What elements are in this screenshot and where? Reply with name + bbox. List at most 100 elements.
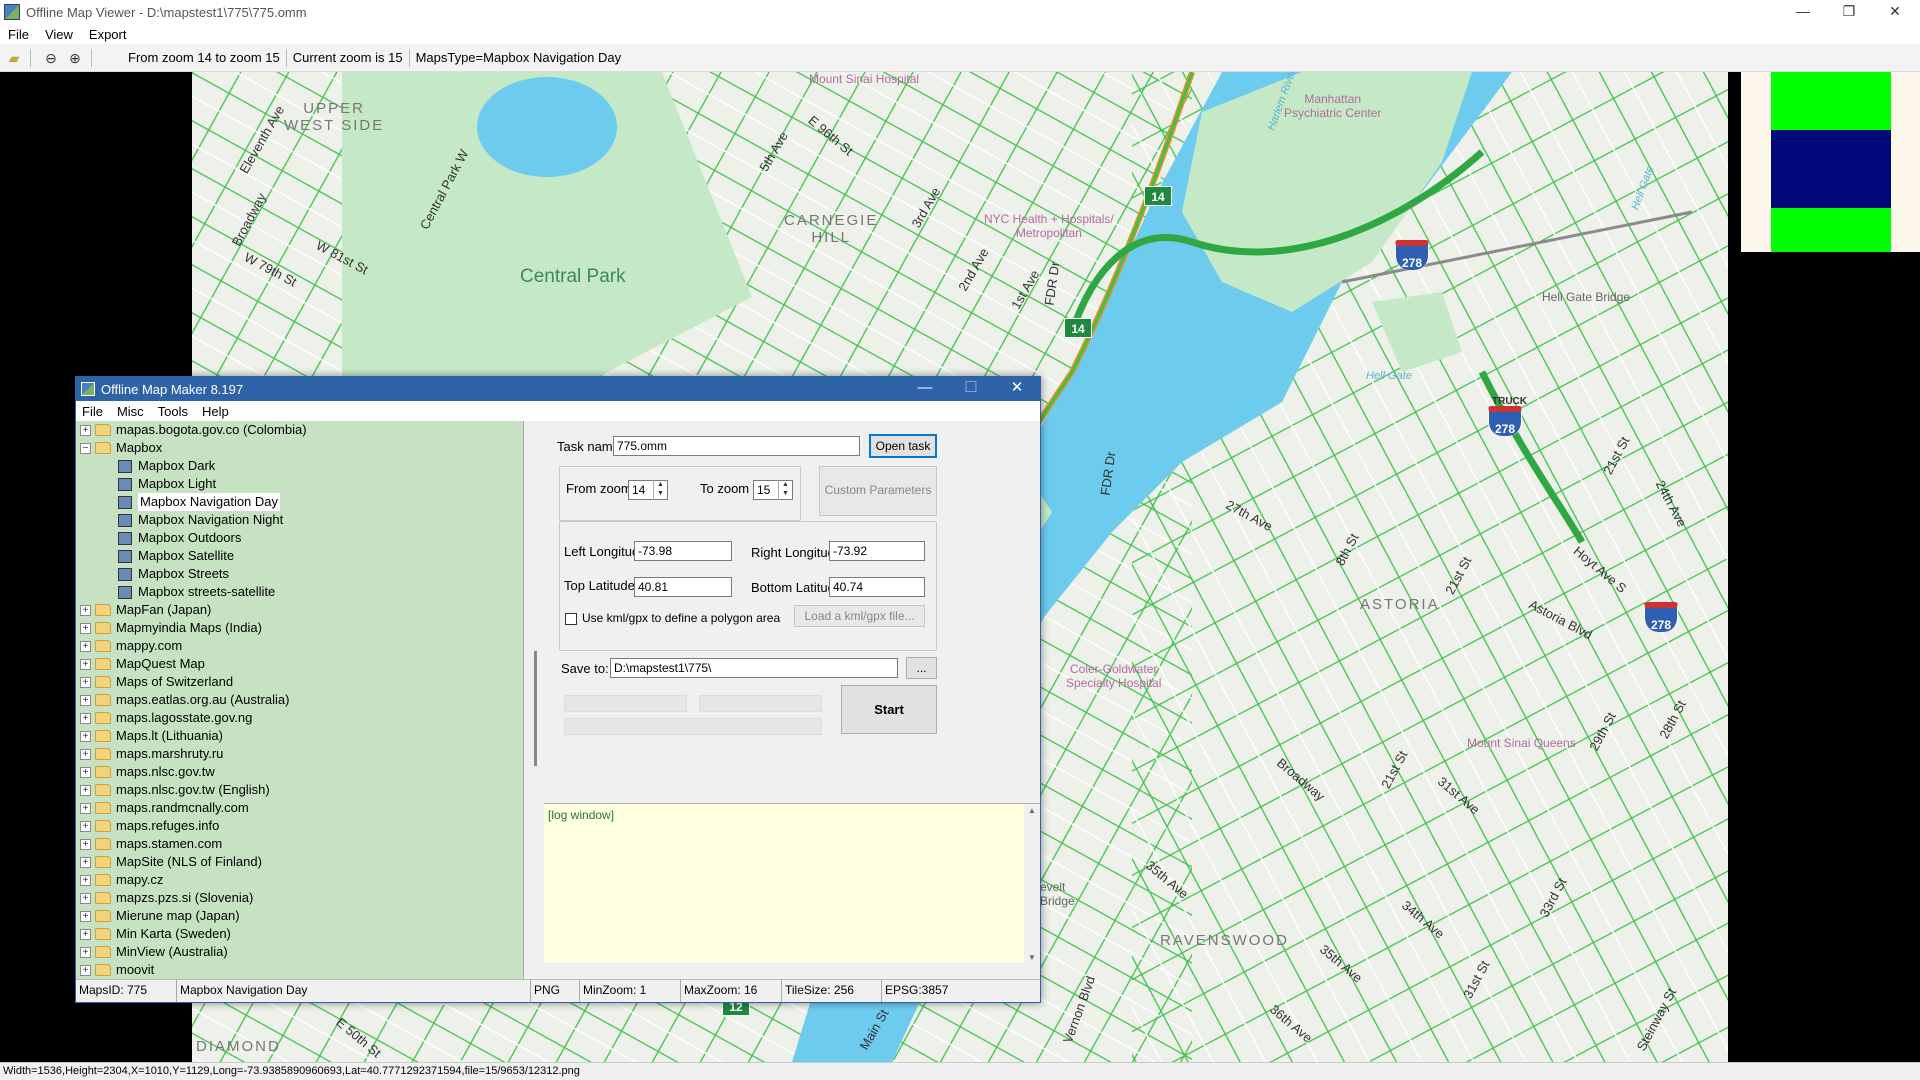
zoom-in-icon[interactable]: ⊕ xyxy=(65,48,85,68)
tree-folder-item[interactable]: + mapas.bogota.gov.co (Colombia) xyxy=(76,421,523,439)
tree-map-item[interactable]: Mapbox Navigation Day xyxy=(76,493,523,511)
close-button[interactable]: ✕ xyxy=(1872,0,1918,24)
map-layer-icon xyxy=(118,459,132,473)
tree-folder-item[interactable]: + MapFan (Japan) xyxy=(76,601,523,619)
right-longitude-input[interactable]: -73.92 xyxy=(829,541,925,561)
log-scrollbar[interactable]: ▲ ▼ xyxy=(1024,804,1040,964)
scrollbar-thumb[interactable] xyxy=(534,651,537,766)
tree-folder-item[interactable]: + Maps of Switzerland xyxy=(76,673,523,691)
expand-icon[interactable]: + xyxy=(80,874,91,886)
expand-icon[interactable]: + xyxy=(80,676,91,688)
tree-folder-item[interactable]: + mappy.com xyxy=(76,637,523,655)
tree-folder-item[interactable]: + MapQuest Map xyxy=(76,655,523,673)
tree-folder-item[interactable]: + maps.lagosstate.gov.ng xyxy=(76,709,523,727)
expand-icon[interactable]: + xyxy=(80,910,91,922)
open-folder-icon[interactable]: ▰ xyxy=(4,48,24,68)
collapse-icon[interactable]: − xyxy=(80,442,91,454)
tree-folder-item[interactable]: + MinView (Australia) xyxy=(76,943,523,961)
from-zoom-spinner[interactable]: ▲ ▼ xyxy=(653,480,667,500)
scroll-up-icon[interactable]: ▲ xyxy=(1028,806,1036,815)
dialog-menu-file[interactable]: File xyxy=(82,404,103,419)
tree-map-item[interactable]: Mapbox Light xyxy=(76,475,523,493)
scroll-down-icon[interactable]: ▼ xyxy=(1028,953,1036,962)
open-task-button[interactable]: Open task ... xyxy=(869,434,937,473)
expand-icon[interactable]: + xyxy=(80,424,91,436)
expand-icon[interactable]: + xyxy=(80,748,91,760)
expand-icon[interactable]: + xyxy=(80,928,91,940)
use-kml-checkbox[interactable] xyxy=(565,613,577,625)
browse-button[interactable]: ... xyxy=(906,657,937,679)
tree-folder-item[interactable]: + Maps.lt (Lithuania) xyxy=(76,727,523,745)
map-source-tree[interactable]: + mapas.bogota.gov.co (Colombia) − Mapbox Ma… xyxy=(76,421,524,979)
tree-folder-item[interactable]: + mapy.cz xyxy=(76,871,523,889)
tree-folder-item[interactable]: + moovit xyxy=(76,961,523,979)
tree-scrollbar[interactable] xyxy=(529,421,543,979)
dialog-maximize-button[interactable]: ☐ xyxy=(948,377,994,401)
tree-map-item[interactable]: Mapbox Outdoors xyxy=(76,529,523,547)
tree-folder-item[interactable]: + Mierune map (Japan) xyxy=(76,907,523,925)
tree-folder-item[interactable]: + maps.nlsc.gov.tw (English) xyxy=(76,781,523,799)
legend-swatch xyxy=(1771,72,1891,130)
tree-folder-item[interactable]: + Mapmyindia Maps (India) xyxy=(76,619,523,637)
start-button[interactable]: Start xyxy=(841,685,937,734)
expand-icon[interactable]: + xyxy=(80,946,91,958)
minimize-button[interactable]: — xyxy=(1780,0,1826,24)
expand-icon[interactable]: + xyxy=(80,766,91,778)
expand-icon[interactable]: + xyxy=(80,802,91,814)
dialog-minimize-button[interactable]: — xyxy=(902,377,948,401)
dialog-menu-tools[interactable]: Tools xyxy=(158,404,188,419)
log-window[interactable]: [log window] ▲ ▼ xyxy=(544,803,1040,964)
tree-folder-item[interactable]: + MapSite (NLS of Finland) xyxy=(76,853,523,871)
tree-map-item[interactable]: Mapbox streets-satellite xyxy=(76,583,523,601)
tree-folder-item[interactable]: + maps.refuges.info xyxy=(76,817,523,835)
map-label: CARNEGIE HILL xyxy=(784,212,879,246)
top-latitude-input[interactable]: 40.81 xyxy=(634,577,732,597)
tree-folder-item[interactable]: + maps.eatlas.org.au (Australia) xyxy=(76,691,523,709)
zoom-out-icon[interactable]: ⊖ xyxy=(41,48,61,68)
expand-icon[interactable]: + xyxy=(80,784,91,796)
expand-icon[interactable]: + xyxy=(80,604,91,616)
dialog-close-button[interactable]: ✕ xyxy=(994,377,1040,401)
expand-icon[interactable]: + xyxy=(80,730,91,742)
tree-folder-item[interactable]: + maps.marshruty.ru xyxy=(76,745,523,763)
custom-parameters-button[interactable]: Custom Parameters xyxy=(819,466,937,516)
tree-folder-item[interactable]: + mapzs.pzs.si (Slovenia) xyxy=(76,889,523,907)
expand-icon[interactable]: + xyxy=(80,694,91,706)
tree-map-item[interactable]: Mapbox Streets xyxy=(76,565,523,583)
expand-icon[interactable]: + xyxy=(80,892,91,904)
tree-folder-item[interactable]: + maps.stamen.com xyxy=(76,835,523,853)
tree-folder-item[interactable]: − Mapbox xyxy=(76,439,523,457)
left-longitude-input[interactable]: -73.98 xyxy=(634,541,732,561)
tree-map-item[interactable]: Mapbox Navigation Night xyxy=(76,511,523,529)
save-to-input[interactable]: D:\mapstest1\775\ xyxy=(610,658,898,678)
tree-map-item[interactable]: Mapbox Satellite xyxy=(76,547,523,565)
menu-file[interactable]: File xyxy=(8,27,29,42)
tree-item-label: Mapbox Navigation Night xyxy=(138,512,284,527)
expand-icon[interactable]: + xyxy=(80,658,91,670)
bottom-latitude-input[interactable]: 40.74 xyxy=(829,577,925,597)
menu-view[interactable]: View xyxy=(45,27,73,42)
tree-item-label: maps.stamen.com xyxy=(116,836,223,851)
tree-map-item[interactable]: Mapbox Dark xyxy=(76,457,523,475)
expand-icon[interactable]: + xyxy=(80,640,91,652)
tree-folder-item[interactable]: + maps.nlsc.gov.tw xyxy=(76,763,523,781)
restore-button[interactable]: ❐ xyxy=(1826,0,1872,24)
to-zoom-spinner[interactable]: ▲ ▼ xyxy=(778,480,792,500)
dialog-title: Offline Map Maker 8.197 xyxy=(101,381,244,397)
task-name-input[interactable]: 775.omm xyxy=(613,436,860,456)
expand-icon[interactable]: + xyxy=(80,838,91,850)
folder-icon xyxy=(95,838,111,850)
dialog-menu-help[interactable]: Help xyxy=(202,404,229,419)
expand-icon[interactable]: + xyxy=(80,622,91,634)
from-zoom-label: From zoom xyxy=(566,481,632,496)
tree-folder-item[interactable]: + Min Karta (Sweden) xyxy=(76,925,523,943)
expand-icon[interactable]: + xyxy=(80,712,91,724)
tree-folder-item[interactable]: + maps.randmcnally.com xyxy=(76,799,523,817)
dialog-menu-misc[interactable]: Misc xyxy=(117,404,144,419)
expand-icon[interactable]: + xyxy=(80,820,91,832)
expand-icon[interactable]: + xyxy=(80,856,91,868)
expand-icon[interactable]: + xyxy=(80,964,91,976)
menu-export[interactable]: Export xyxy=(89,27,127,42)
tree-item-label: Mapbox streets-satellite xyxy=(138,584,276,599)
load-kml-button[interactable]: Load a kml/gpx file... xyxy=(794,605,925,627)
